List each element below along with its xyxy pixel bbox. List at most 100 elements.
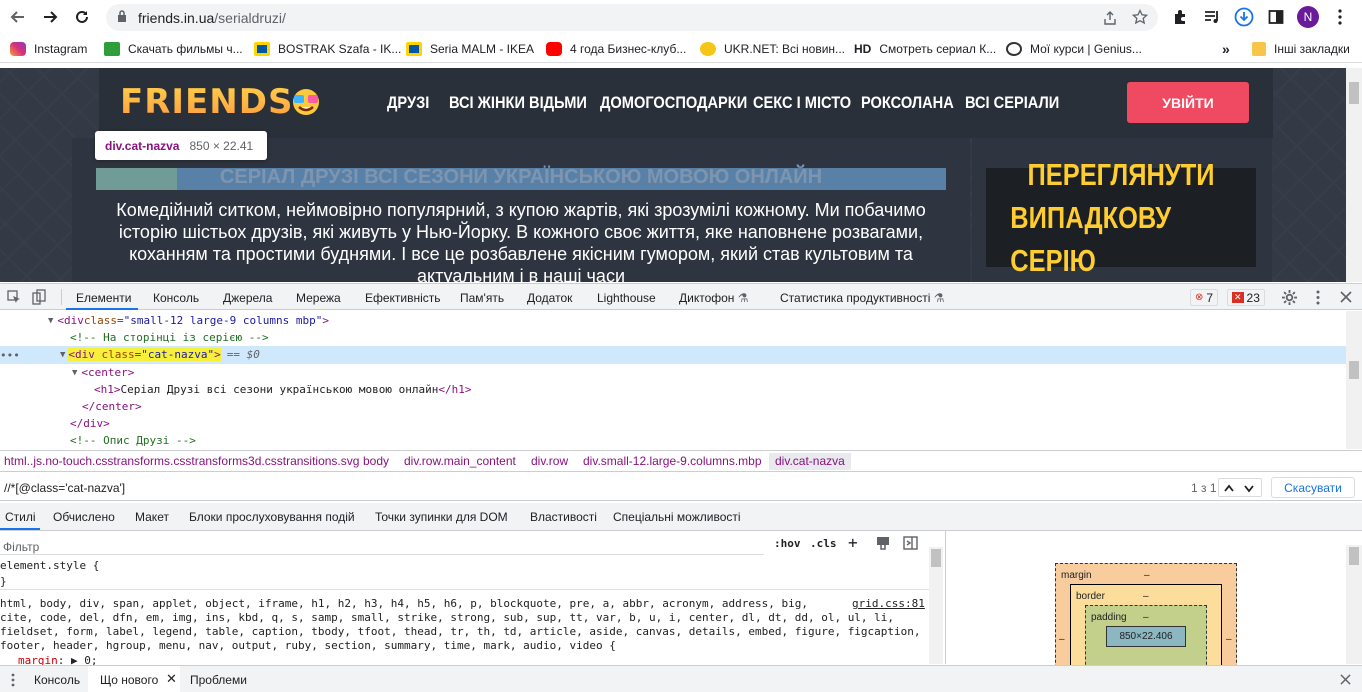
dom-tree[interactable]: ••• ▼ <div class = "small-12 large-9 column…	[0, 311, 1362, 449]
close-devtools-icon[interactable]	[1340, 291, 1352, 303]
tab-performance-insights[interactable]: Статистика продуктивності ⚗	[780, 291, 944, 305]
nav-seks-i-misto[interactable]: СЕКС І МІСТО	[753, 93, 851, 113]
box-content-size[interactable]: 850×22.406	[1106, 626, 1186, 647]
nav-vsi-zhinky[interactable]: ВСІ ЖІНКИ ВІДЬМИ	[449, 93, 587, 113]
drawer-menu-icon[interactable]	[11, 673, 15, 687]
bookmarks-overflow-button[interactable]: »	[1222, 41, 1230, 57]
tab-performance[interactable]: Ефективність	[365, 291, 441, 305]
other-bookmarks-folder[interactable]: Інші закладки	[1252, 41, 1350, 57]
breadcrumb-main-content[interactable]: div.row.main_content	[404, 454, 516, 468]
tab-recorder[interactable]: Диктофон ⚗	[679, 291, 749, 305]
tab-properties[interactable]: Властивості	[530, 510, 597, 524]
bookmark-star-icon[interactable]	[1132, 9, 1148, 25]
errors-counter[interactable]: ⊗ 7	[1190, 289, 1219, 306]
dom-scrollbar[interactable]	[1346, 311, 1362, 449]
search-cancel-button[interactable]: Скасувати	[1271, 477, 1355, 498]
box-border[interactable]: border – padding – 850×22.406	[1070, 584, 1222, 675]
share-icon[interactable]	[1102, 10, 1118, 26]
login-button[interactable]: УВІЙТИ	[1127, 82, 1249, 123]
breadcrumb-cat-nazva[interactable]: div.cat-nazva	[769, 453, 851, 470]
reload-icon[interactable]	[70, 5, 94, 29]
tab-computed[interactable]: Обчислено	[53, 510, 115, 524]
box-margin[interactable]: margin – – – border – padding – 850×22.4…	[1055, 563, 1237, 675]
side-panel-icon[interactable]	[1264, 5, 1288, 29]
bookmark-malm[interactable]: Seria MALM - IKEA	[406, 41, 534, 57]
nav-vsi-serialy[interactable]: ВСІ СЕРІАЛИ	[965, 93, 1059, 113]
devtools-menu-icon[interactable]	[1316, 290, 1320, 305]
address-bar[interactable]: friends.in.ua/serialdruzi/	[106, 4, 1158, 31]
tab-sources[interactable]: Джерела	[223, 291, 272, 305]
box-scrollbar[interactable]	[1346, 545, 1362, 664]
media-queue-icon[interactable]	[1200, 5, 1224, 29]
tab-accessibility[interactable]: Спеціальні можливості	[613, 510, 741, 524]
close-tab-icon[interactable]: ✕	[166, 671, 177, 687]
tab-elements[interactable]: Елементи	[76, 291, 131, 305]
tab-layout[interactable]: Макет	[135, 510, 169, 524]
bookmark-genius[interactable]: Мої курси | Genius...	[1006, 41, 1142, 57]
search-prev-icon[interactable]	[1224, 484, 1234, 492]
rule-selectors[interactable]: fieldset, form, label, legend, table, ca…	[0, 625, 921, 638]
tab-console[interactable]: Консоль	[153, 291, 199, 305]
dom-line[interactable]: </div>	[70, 415, 110, 432]
hover-state-toggle[interactable]: :hov	[774, 537, 801, 550]
issues-counter[interactable]: ✕ 23	[1227, 289, 1265, 306]
tab-styles[interactable]: Стилі	[5, 510, 36, 524]
styles-scrollbar[interactable]	[929, 547, 943, 664]
breadcrumb-columns[interactable]: div.small-12.large-9.columns.mbp	[583, 454, 762, 468]
breadcrumb-html[interactable]: html..js.no-touch.csstransforms.csstrans…	[4, 454, 359, 468]
page-scrollbar[interactable]	[1346, 68, 1362, 282]
breadcrumb-row[interactable]: div.row	[531, 454, 568, 468]
inspect-element-icon[interactable]	[7, 290, 21, 304]
page-scroll-thumb[interactable]	[1349, 82, 1359, 104]
bookmark-films[interactable]: Скачать фильмы ч...	[104, 41, 243, 57]
element-style-rule[interactable]: element.style {	[0, 559, 99, 572]
rule-source-link[interactable]: grid.css:81	[852, 597, 925, 610]
forward-arrow-icon[interactable]	[38, 5, 62, 29]
rule-selectors[interactable]: html, body, div, span, applet, object, i…	[0, 597, 808, 610]
dom-line[interactable]: ▼ <center>	[72, 364, 134, 381]
dom-line[interactable]: <h1> Серіал Друзі всі сезони українською …	[94, 381, 472, 398]
bookmark-bostrak[interactable]: BOSTRAK Szafa - IK...	[254, 41, 401, 57]
toggle-sidebar-icon[interactable]	[903, 536, 918, 550]
tab-lighthouse[interactable]: Lighthouse	[597, 291, 656, 305]
styles-filter-input[interactable]: Фільтр	[0, 534, 764, 555]
settings-gear-icon[interactable]	[1282, 290, 1297, 305]
download-icon[interactable]	[1232, 5, 1256, 29]
new-rule-plus-icon[interactable]: +	[848, 533, 858, 552]
tab-network[interactable]: Мережа	[296, 291, 341, 305]
row-ellipsis[interactable]: •••	[0, 347, 20, 364]
back-arrow-icon[interactable]	[6, 5, 30, 29]
drawer-tab-issues[interactable]: Проблеми	[190, 673, 247, 687]
dom-selected-line[interactable]: ▼ <div class="cat-nazva"> == $0	[60, 346, 260, 363]
tab-event-listeners[interactable]: Блоки прослуховування подій	[189, 510, 355, 524]
extensions-puzzle-icon[interactable]	[1168, 5, 1192, 29]
profile-avatar[interactable]: N	[1297, 6, 1319, 28]
dom-line[interactable]: </center>	[82, 398, 142, 415]
class-toggle[interactable]: .cls	[810, 537, 837, 550]
site-logo[interactable]: FRIENDS	[120, 82, 293, 122]
drawer-tab-whats-new[interactable]: Що нового ✕	[88, 666, 180, 692]
rule-selectors[interactable]: footer, header, hgroup, menu, nav, outpu…	[0, 639, 616, 652]
kebab-menu-icon[interactable]	[1328, 5, 1352, 29]
nav-roksolana[interactable]: РОКСОЛАНА	[861, 93, 954, 113]
device-toolbar-icon[interactable]	[32, 289, 46, 305]
search-next-icon[interactable]	[1244, 485, 1254, 493]
bookmark-ukrnet[interactable]: UKR.NET: Всі новин...	[700, 41, 845, 57]
nav-domohospodarky[interactable]: ДОМОГОСПОДАРКИ	[600, 93, 747, 113]
tab-dom-breakpoints[interactable]: Точки зупинки для DOM	[375, 510, 508, 524]
bookmark-instagram[interactable]: Instagram	[10, 41, 87, 57]
dom-comment[interactable]: <!-- Опис Друзі -->	[70, 432, 196, 449]
nav-druzi[interactable]: ДРУЗІ	[387, 93, 429, 113]
breadcrumb-body[interactable]: body	[363, 454, 389, 468]
random-episode-button[interactable]: ПЕРЕГЛЯНУТИ ВИПАДКОВУ СЕРІЮ	[986, 157, 1256, 278]
close-drawer-icon[interactable]	[1340, 674, 1351, 685]
tab-memory[interactable]: Пам'ять	[460, 291, 504, 305]
dom-line[interactable]: ▼ <div class = "small-12 large-9 columns mb…	[48, 312, 329, 329]
tab-application[interactable]: Додаток	[527, 291, 572, 305]
dom-search-input[interactable]: //*[@class='cat-nazva']	[4, 481, 125, 495]
bookmark-business-club[interactable]: 4 года Бизнес-клуб...	[546, 41, 686, 57]
bookmark-serial[interactable]: HD Смотреть сериал К...	[854, 41, 996, 57]
rendering-emulation-icon[interactable]	[876, 536, 890, 550]
dom-comment[interactable]: <!-- На сторінці із серією -->	[70, 329, 269, 346]
drawer-tab-console[interactable]: Консоль	[34, 673, 80, 687]
